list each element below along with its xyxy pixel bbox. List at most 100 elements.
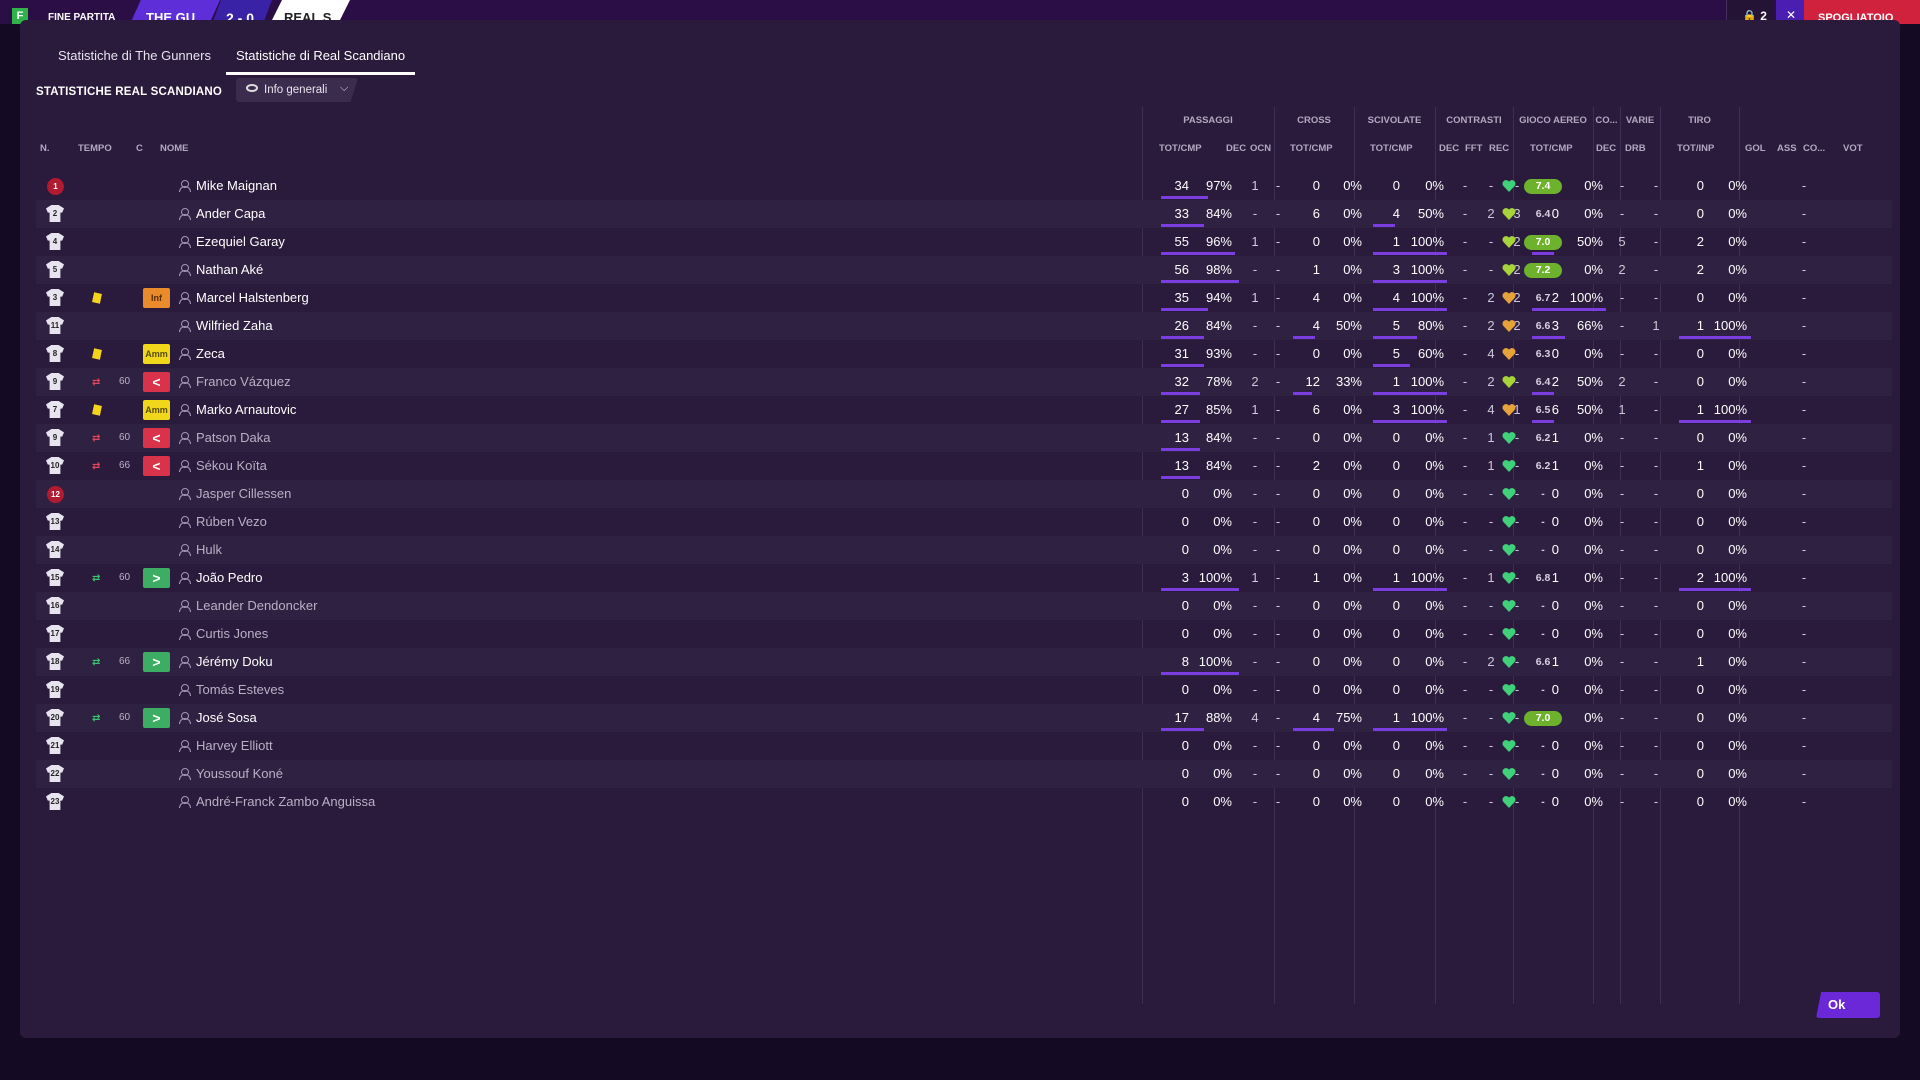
table-row[interactable]: 15 ⇄ 60 > João Pedro 3 100% 1-1 0% 1 100% -1-1 0% - -2… bbox=[36, 564, 1892, 592]
col-scivolate-tot-cmp[interactable]: TOT/CMP bbox=[1370, 143, 1413, 154]
substitution-minute: 66 bbox=[119, 460, 131, 471]
ok-button[interactable]: Ok bbox=[1816, 992, 1880, 1018]
cross-pct: 0% bbox=[1343, 626, 1362, 641]
contrasti-fft: 2 bbox=[1487, 654, 1495, 669]
player-name[interactable]: Tomás Esteves bbox=[196, 676, 284, 704]
player-name[interactable]: Marcel Halstenberg bbox=[196, 284, 309, 312]
player-name[interactable]: José Sosa bbox=[196, 704, 257, 732]
col-voto[interactable]: VOT bbox=[1843, 143, 1863, 154]
substitution-badge[interactable]: > bbox=[143, 568, 170, 588]
player-name[interactable]: Leander Dendoncker bbox=[196, 592, 317, 620]
cross-pct: 0% bbox=[1343, 206, 1362, 221]
player-name[interactable]: Wilfried Zaha bbox=[196, 312, 273, 340]
player-name[interactable]: Curtis Jones bbox=[196, 620, 268, 648]
table-row[interactable]: 9 ⇄ 60 < Franco Vázquez 32 78% 2-12 33% 1 100% -2-2… bbox=[36, 368, 1892, 396]
table-row[interactable]: 17 Curtis Jones 0 0% - -0 0% 0 0% - - -0 0% - -0 0% - - bbox=[36, 620, 1892, 648]
shirt-icon: 2 bbox=[46, 205, 64, 222]
cross-tot: 0 bbox=[1312, 542, 1320, 557]
table-row[interactable]: 7 Amm Marko Arnautovic 27 85% 1-6 0% 3 100% -4 1 6 5… bbox=[36, 396, 1892, 424]
status-badge[interactable]: Amm bbox=[143, 400, 170, 420]
table-row[interactable]: 13 Rúben Vezo 0 0% - -0 0% 0 0% - - -0 0% - -0 0% - - bbox=[36, 508, 1892, 536]
player-name[interactable]: Ezequiel Garay bbox=[196, 228, 285, 256]
player-name[interactable]: Jasper Cillessen bbox=[196, 480, 291, 508]
col-tempo[interactable]: TEMPO bbox=[78, 143, 112, 154]
gioco-aereo-bar bbox=[1532, 392, 1554, 395]
table-row[interactable]: 18 ⇄ 66 > Jérémy Doku 8 100% - -0 0% 0 0% -2-1 0% - -1 0… bbox=[36, 648, 1892, 676]
contrasti-fft: - bbox=[1488, 766, 1494, 781]
passaggi-dec: - bbox=[1252, 486, 1258, 501]
status-badge[interactable]: Amm bbox=[143, 344, 170, 364]
substitution-badge[interactable]: < bbox=[143, 428, 170, 448]
tiro-pct: 0% bbox=[1728, 682, 1747, 697]
player-name[interactable]: Hulk bbox=[196, 536, 222, 564]
player-name[interactable]: Mike Maignan bbox=[196, 172, 277, 200]
substitution-badge[interactable]: > bbox=[143, 652, 170, 672]
scivolate-tot: 0 bbox=[1392, 682, 1400, 697]
shirt-icon: 22 bbox=[46, 765, 64, 782]
table-row[interactable]: 10 ⇄ 66 < Sékou Koïta 13 84% - -2 0% 0 0% -1-1 0% - -1 0… bbox=[36, 452, 1892, 480]
player-name[interactable]: Marko Arnautovic bbox=[196, 396, 296, 424]
col-contrasti-fft[interactable]: FFT bbox=[1465, 143, 1482, 154]
status-badge[interactable]: Inf bbox=[143, 288, 170, 308]
player-name[interactable]: André-Franck Zambo Anguissa bbox=[196, 788, 375, 816]
tab-the-gunners[interactable]: Statistiche di The Gunners bbox=[48, 48, 221, 75]
table-row[interactable]: 4Ezequiel Garay5596%1-00%1100%--2450%5-2… bbox=[36, 228, 1892, 256]
table-row[interactable]: 19 Tomás Esteves 0 0% - -0 0% 0 0% - - -0 0% - -0 0% - - bbox=[36, 676, 1892, 704]
player-name[interactable]: Patson Daka bbox=[196, 424, 270, 452]
table-row[interactable]: 9 ⇄ 60 < Patson Daka 13 84% - -0 0% 0 0% -1-1 0% - -0 0%… bbox=[36, 424, 1892, 452]
player-name[interactable]: Nathan Aké bbox=[196, 256, 263, 284]
col-passaggi-dec[interactable]: DEC bbox=[1226, 143, 1246, 154]
contrasti-dec: - bbox=[1462, 374, 1468, 389]
col-contrasti-rec[interactable]: REC bbox=[1489, 143, 1509, 154]
table-row[interactable]: 16 Leander Dendoncker 0 0% - - 0 0% 0 0% - - - 0 0% - - 0… bbox=[36, 592, 1892, 620]
scivolate-pct: 0% bbox=[1425, 738, 1444, 753]
substitution-badge[interactable]: < bbox=[143, 456, 170, 476]
gioco-aereo-bar bbox=[1532, 308, 1606, 311]
col-passaggi-ocn[interactable]: OCN bbox=[1250, 143, 1271, 154]
player-name[interactable]: Franco Vázquez bbox=[196, 368, 291, 396]
table-row[interactable]: 20⇄60>José Sosa1788%4-475%1100%---00%--0… bbox=[36, 704, 1892, 732]
col-gol[interactable]: GOL bbox=[1745, 143, 1766, 154]
table-row[interactable]: 22 Youssouf Koné 0 0% - -0 0% 0 0% - - -0 0% - -0 0% - - bbox=[36, 760, 1892, 788]
table-row[interactable]: 14 Hulk 0 0% - -0 0% 0 0% - - -0 0% - -0 0% - - bbox=[36, 536, 1892, 564]
scivolate-tot: 0 bbox=[1392, 626, 1400, 641]
col-varie-drb[interactable]: DRB bbox=[1625, 143, 1646, 154]
player-profile-icon bbox=[179, 796, 191, 808]
player-name[interactable]: Jérémy Doku bbox=[196, 648, 273, 676]
table-row[interactable]: 8 Amm Zeca 31 93% - -0 0% 5 60% -4-0 0% - -0 0% -6.3 bbox=[36, 340, 1892, 368]
player-name[interactable]: Rúben Vezo bbox=[196, 508, 267, 536]
table-row[interactable]: 3 Inf Marcel Halstenberg 35 94% 1-4 0% 4 100% -2 2… bbox=[36, 284, 1892, 312]
cross-tot: 0 bbox=[1312, 514, 1320, 529]
table-row[interactable]: 5Nathan Aké5698%--10%3100%--210%2-20%-7.… bbox=[36, 256, 1892, 284]
col-gioco-aereo-tot-cmp[interactable]: TOT/CMP bbox=[1530, 143, 1573, 154]
col-passaggi-tot-cmp[interactable]: TOT/CMP bbox=[1159, 143, 1202, 154]
assist: - bbox=[1801, 766, 1807, 781]
table-row[interactable]: 21 Harvey Elliott 0 0% - -0 0% 0 0% - - -0 0% - -0 0% - - bbox=[36, 732, 1892, 760]
player-name[interactable]: Sékou Koïta bbox=[196, 452, 267, 480]
substitution-badge[interactable]: < bbox=[143, 372, 170, 392]
col-tiro-tot-inp[interactable]: TOT/INP bbox=[1677, 143, 1714, 154]
view-dropdown[interactable]: Info generali ⌵ bbox=[236, 78, 358, 102]
table-row[interactable]: 1Mike Maignan3497%1-00%00%---00%--00%-7.… bbox=[36, 172, 1892, 200]
col-ass[interactable]: ASS bbox=[1777, 143, 1797, 154]
player-profile-icon bbox=[179, 516, 191, 528]
col-n[interactable]: N. bbox=[40, 143, 50, 154]
player-name[interactable]: João Pedro bbox=[196, 564, 263, 592]
col-nome[interactable]: NOME bbox=[160, 143, 189, 154]
player-name[interactable]: Harvey Elliott bbox=[196, 732, 273, 760]
substitution-badge[interactable]: > bbox=[143, 708, 170, 728]
table-row[interactable]: 11 Wilfried Zaha 26 84% - -4 50% 5 80% -2 2 3 66% -1 1… bbox=[36, 312, 1892, 340]
tab-real-scandiano[interactable]: Statistiche di Real Scandiano bbox=[226, 48, 416, 75]
table-row[interactable]: 12 Jasper Cillessen 0 0% - -0 0% 0 0% - - -0 0% - -0 0%… bbox=[36, 480, 1892, 508]
col-co-dec[interactable]: DEC bbox=[1596, 143, 1616, 154]
player-name[interactable]: Zeca bbox=[196, 340, 225, 368]
contrasti-fft: - bbox=[1488, 486, 1494, 501]
col-condizione[interactable]: CO... bbox=[1803, 143, 1825, 154]
col-c[interactable]: C bbox=[136, 143, 143, 154]
player-name[interactable]: Ander Capa bbox=[196, 200, 265, 228]
table-row[interactable]: 23 André-Franck Zambo Anguissa 0 0% - - 0 0% 0 0%… bbox=[36, 788, 1892, 816]
player-name[interactable]: Youssouf Koné bbox=[196, 760, 283, 788]
col-cross-tot-cmp[interactable]: TOT/CMP bbox=[1290, 143, 1333, 154]
table-row[interactable]: 2 Ander Capa 33 84% - -6 0% 4 50% -2 3 0 0% - -0 0% -6.4 bbox=[36, 200, 1892, 228]
col-contrasti-dec[interactable]: DEC bbox=[1439, 143, 1459, 154]
